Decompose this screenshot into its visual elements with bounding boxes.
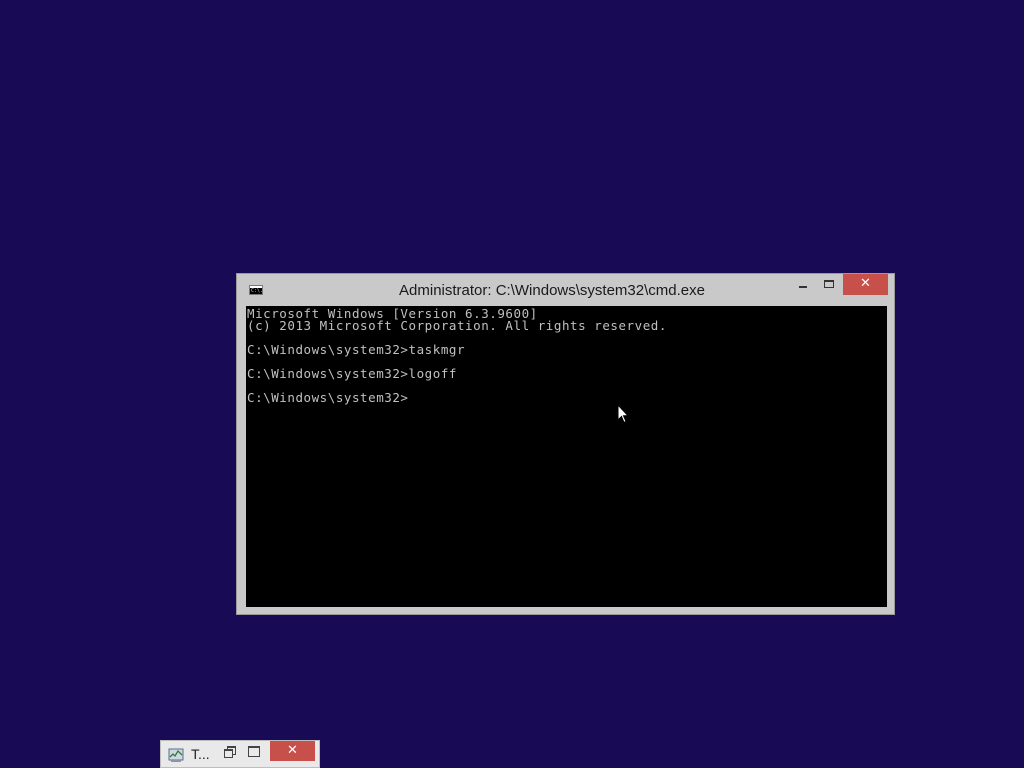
maximize-icon: [824, 280, 834, 288]
minimized-window-title: T...: [191, 746, 210, 762]
desktop[interactable]: C:\. Administrator: C:\Windows\system32\…: [0, 0, 1024, 768]
mouse-pointer-icon: [617, 404, 629, 424]
minimize-button[interactable]: [790, 274, 816, 295]
restore-button[interactable]: [221, 745, 237, 759]
cmd-window[interactable]: C:\. Administrator: C:\Windows\system32\…: [236, 273, 895, 615]
close-icon: ✕: [860, 276, 871, 291]
task-manager-icon: [168, 748, 184, 762]
cmd-titlebar[interactable]: C:\. Administrator: C:\Windows\system32\…: [237, 274, 894, 306]
maximize-button[interactable]: [816, 274, 842, 295]
console-line: (c) 2013 Microsoft Corporation. All righ…: [247, 318, 667, 333]
close-button[interactable]: ✕: [270, 741, 315, 761]
console-line: C:\Windows\system32>logoff: [247, 366, 457, 381]
restore-icon: [224, 749, 233, 758]
minimized-task-manager[interactable]: T... ✕: [160, 740, 320, 768]
close-button[interactable]: ✕: [843, 274, 888, 295]
console-line: C:\Windows\system32>taskmgr: [247, 342, 466, 357]
window-title: Administrator: C:\Windows\system32\cmd.e…: [399, 282, 705, 299]
console-prompt-line[interactable]: C:\Windows\system32>: [247, 391, 887, 404]
maximize-button[interactable]: [248, 746, 260, 757]
minimize-icon: [799, 286, 807, 288]
console-output[interactable]: Microsoft Windows [Version 6.3.9600] (c)…: [246, 306, 887, 607]
